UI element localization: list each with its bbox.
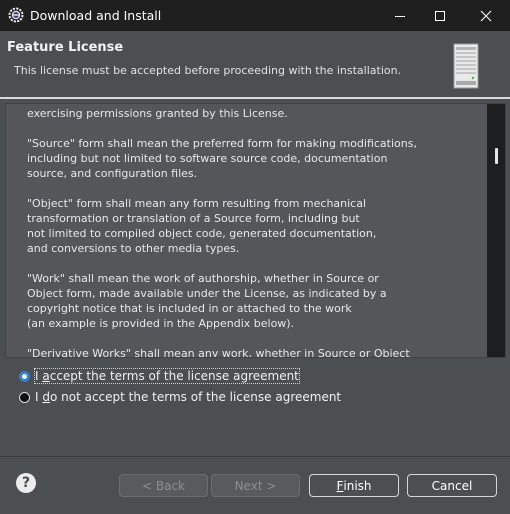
license-scrollbar[interactable] [487, 104, 505, 357]
wizard-header: Feature License This license must be acc… [0, 31, 510, 97]
help-icon[interactable]: ? [16, 473, 36, 493]
accept-label[interactable]: I accept the terms of the license agreem… [34, 368, 300, 384]
title-bar[interactable]: Download and Install [0, 0, 510, 31]
decline-radio[interactable] [19, 391, 30, 403]
decline-label[interactable]: I do not accept the terms of the license… [35, 390, 341, 404]
maximize-icon [435, 10, 445, 21]
license-text: exercising permissions granted by this L… [27, 107, 417, 358]
button-bar-divider [0, 456, 510, 457]
scrollbar-thumb[interactable] [495, 148, 498, 164]
cancel-button[interactable]: Cancel [407, 474, 497, 497]
decline-license-option[interactable]: I do not accept the terms of the license… [19, 390, 341, 404]
minimize-button[interactable] [378, 0, 422, 31]
page-description: This license must be accepted before pro… [14, 64, 402, 77]
close-button[interactable] [464, 0, 508, 31]
page-title: Feature License [7, 40, 124, 55]
next-button[interactable]: Next > [211, 474, 300, 497]
close-icon [480, 10, 492, 21]
back-button[interactable]: < Back [119, 474, 208, 497]
eclipse-gear-icon [8, 7, 24, 23]
accept-radio[interactable] [19, 370, 30, 382]
license-text-area[interactable]: exercising permissions granted by this L… [5, 103, 506, 358]
server-icon [453, 43, 479, 89]
finish-button[interactable]: Finish [309, 474, 399, 497]
minimize-icon [395, 15, 405, 17]
download-install-dialog: Download and Install Feature License Thi… [0, 0, 510, 514]
header-divider [0, 97, 510, 99]
window-title: Download and Install [30, 8, 162, 23]
maximize-button[interactable] [418, 0, 462, 31]
accept-license-option[interactable]: I accept the terms of the license agreem… [19, 368, 300, 384]
